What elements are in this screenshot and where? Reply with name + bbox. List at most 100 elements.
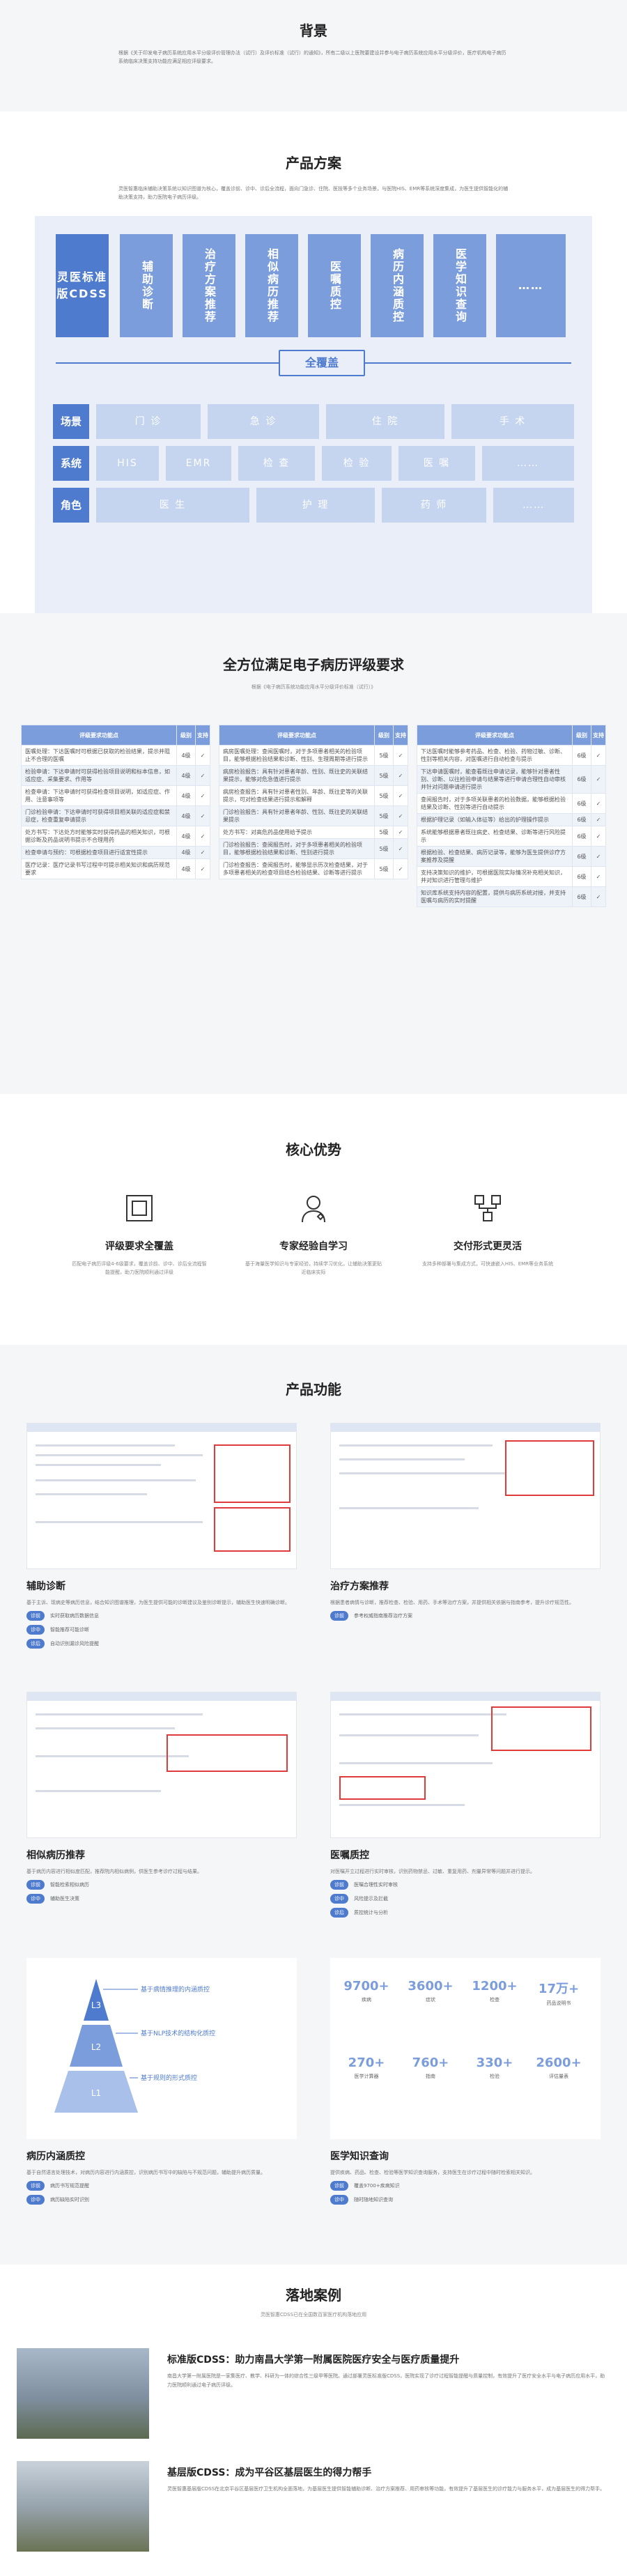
function-name: 医学知识查询 bbox=[330, 2151, 389, 2162]
pyramid-diagram: L3 L2 L1 基于病情推理的内涵质控 基于NLP技术的结构化质控 基于规则的… bbox=[26, 1958, 297, 2139]
table-cell: 门诊检验报告：具有针对患者年龄、性别、既往史的关联结果提示 bbox=[219, 805, 375, 826]
module-record-qc: 病历内涵质控 bbox=[371, 234, 424, 337]
scene-cell: 手 术 bbox=[451, 404, 574, 439]
table-cell: 5级 bbox=[374, 745, 394, 766]
table-row: 检验申请：下达申请时可获得检验项目说明和标本信息，如适应症、采集要求、作用等 4级… bbox=[21, 765, 210, 786]
table-cell: ✓ bbox=[195, 765, 210, 786]
table-cell: 6级 bbox=[572, 826, 591, 847]
role-cell: …… bbox=[493, 488, 574, 523]
advantage-name: 评级要求全覆盖 bbox=[105, 1241, 173, 1252]
stat-label: 医学计算器 bbox=[354, 2074, 379, 2079]
case-item[interactable]: 基层版CDSS：成为平谷区基层医生的得力帮手 灵医智惠基层版CDSS在北京平谷区… bbox=[17, 2461, 610, 2552]
system-cell: 医 嘱 bbox=[398, 446, 475, 481]
function-tag-row: 诊后 自动识别漏诊风险提醒 bbox=[26, 1639, 297, 1649]
table-row: 门诊检验报告：查阅报告时，对于多项患者相关的检验项目，能够根据检验结果和诊断、性… bbox=[219, 838, 408, 859]
stat-label: 检验 bbox=[490, 2074, 500, 2079]
table-cell: 病房检查报告：具有针对患者性别、年龄、既往史等的关联提示，可对检查结果进行提示和… bbox=[219, 785, 375, 806]
table-cell: ✓ bbox=[393, 826, 408, 839]
module-more: …… bbox=[496, 234, 566, 337]
table-row: 检查申请：下达申请时可获得检查项目说明，如适应症、作用、注意事项等 4级 ✓ bbox=[21, 785, 210, 806]
functions-section: 产品功能 辅助诊断 基于主诉、现病史等病历信息，结合知识图谱推理，为医生提供可能… bbox=[0, 1345, 627, 2265]
table-header: 评级要求功能点 bbox=[417, 725, 573, 746]
table-row: 门诊检验申请：下达申请时可获得项目相关联的适应症和禁忌症，检查重复申请提示 4级 ✓ bbox=[21, 805, 210, 826]
scene-cell: 门 诊 bbox=[96, 404, 201, 439]
table-row: 下达医嘱时能够参考药品、检查、检验、药物过敏、诊断、性别等相关内容，对医嘱进行自… bbox=[417, 745, 606, 766]
function-tag-row: 诊中 病历缺陷实时识别 bbox=[26, 2195, 297, 2205]
table-cell: 4级 bbox=[176, 765, 196, 786]
table-cell: ✓ bbox=[393, 838, 408, 859]
table-cell: 6级 bbox=[572, 793, 591, 814]
function-tag-row: 诊中 风险提示及拦截 bbox=[330, 1894, 601, 1904]
tag-text: 自动识别漏诊风险提醒 bbox=[50, 1641, 99, 1646]
table-cell: 系统能够根据患者既往病史、检查结果、诊断等进行风险提示 bbox=[417, 826, 573, 847]
requirements-table-2: 评级要求功能点 级别 支持 病房医嘱处理：查阅医嘱时，对于多项患者相关的检验项目，能够… bbox=[219, 725, 408, 879]
table-cell: 6级 bbox=[572, 886, 591, 907]
advantage-desc: 支持多种部署与集成方式，可快速嵌入HIS、EMR等业务系统 bbox=[421, 1261, 554, 1267]
advantage-desc: 基于海量医学知识与专家经验，持续学习优化，让辅助决策更贴近临床实际 bbox=[245, 1261, 382, 1275]
table-cell: 下达申请医嘱时，能查看既往申请记录，能够针对患者性别、诊断、以往检验申请与结果等… bbox=[417, 765, 573, 794]
table-cell: 下达医嘱时能够参考药品、检查、检验、药物过敏、诊断、性别等相关内容，对医嘱进行自… bbox=[417, 745, 573, 766]
network-icon bbox=[471, 1191, 504, 1225]
table-cell: ✓ bbox=[591, 866, 606, 887]
row-label-scene: 场景 bbox=[53, 404, 89, 439]
stat-item: 760+ 指南 bbox=[403, 2056, 458, 2080]
table-cell: ✓ bbox=[195, 826, 210, 847]
table-row: 根据护理记录（如输入体征等）给出的护理操作提示 6级 ✓ bbox=[417, 813, 606, 826]
advantages-title: 核心优势 bbox=[286, 1141, 341, 1158]
case-title[interactable]: 基层版CDSS：成为平谷区基层医生的得力帮手 bbox=[167, 2465, 371, 2479]
table-row: 门诊检验报告：具有针对患者年龄、性别、既往史的关联结果提示 5级 ✓ bbox=[219, 805, 408, 826]
tag-label: 诊前 bbox=[26, 2181, 45, 2191]
cases-title: 落地案例 bbox=[286, 2287, 341, 2304]
table-cell: ✓ bbox=[591, 813, 606, 826]
table-cell: ✓ bbox=[393, 745, 408, 766]
table-cell: ✓ bbox=[591, 846, 606, 867]
stat-item: 17万+ 药品说明书 bbox=[531, 1979, 587, 2007]
table-cell: ✓ bbox=[393, 765, 408, 786]
table-cell: 6级 bbox=[572, 813, 591, 826]
function-name: 医嘱质控 bbox=[330, 1850, 369, 1861]
table-row: 根据检验、检查结果、病历记录等，能够为医生提供诊疗方案推荐及提醒 6级 ✓ bbox=[417, 846, 606, 867]
table-cell: 门诊检验申请：下达申请时可获得项目相关联的适应症和禁忌症，检查重复申请提示 bbox=[21, 805, 177, 826]
advantage-item: 专家经验自学习 基于海量医学知识与专家经验，持续学习优化，让辅助决策更贴近临床实… bbox=[244, 1191, 383, 1277]
table-row: 门诊检查报告：查阅报告时，能够显示历次检查结果，对于多项患者相关的检查项目结合检… bbox=[219, 858, 408, 879]
function-desc: 提供疾病、药品、检查、检验等医学知识查询服务，支持医生在诊疗过程中随时检索相关知… bbox=[330, 2170, 535, 2175]
stats-grid: 9700+ 疾病 3600+ 症状 1200+ 检查 17万+ 药品说明书 270+ 医学… bbox=[330, 1958, 601, 2139]
tag-label: 诊后 bbox=[26, 1639, 45, 1649]
table-cell: 4级 bbox=[176, 805, 196, 826]
case-item[interactable]: 标准版CDSS：助力南昌大学第一附属医院医疗安全与医疗质量提升 南昌大学第一附属… bbox=[17, 2348, 610, 2439]
tag-label: 诊前 bbox=[26, 1611, 45, 1621]
tag-text: 质控统计与分析 bbox=[354, 1910, 388, 1915]
stat-item: 270+ 医学计算器 bbox=[339, 2056, 394, 2080]
function-card-treatment: 治疗方案推荐 根据患者病情与诊断，推荐检查、检验、用药、手术等治疗方案，并提供相… bbox=[330, 1423, 601, 1625]
function-tag-row: 诊中 智能推荐可能诊断 bbox=[26, 1625, 297, 1635]
table-cell: 处方书写：对高危药品使用给予提示 bbox=[219, 826, 375, 839]
background-text: 根据《关于印发电子病历系统应用水平分级评价管理办法（试行）及评价标准（试行）的通… bbox=[118, 50, 506, 64]
stat-number: 17万+ bbox=[538, 1982, 580, 1996]
role-cell: 护 理 bbox=[256, 488, 375, 523]
cases-desc: 灵医智惠CDSS已在全国数百家医疗机构落地应用 bbox=[260, 2312, 367, 2317]
stat-number: 3600+ bbox=[408, 1979, 454, 1993]
stat-item: 330+ 检验 bbox=[467, 2056, 522, 2080]
requirements-section: 全方位满足电子病历评级要求 根据《电子病历系统功能应用水平分级评价标准（试行）》… bbox=[0, 613, 627, 1094]
tag-text: 智能推荐可能诊断 bbox=[50, 1627, 89, 1633]
stat-number: 270+ bbox=[348, 2056, 385, 2070]
table-cell: ✓ bbox=[195, 785, 210, 806]
system-cell: 检 验 bbox=[322, 446, 392, 481]
tag-label: 诊前 bbox=[330, 2181, 348, 2191]
function-tag-row: 诊前 覆盖9700+疾病知识 bbox=[330, 2181, 601, 2191]
pyramid-note: 基于规则的形式质控 bbox=[141, 2074, 197, 2082]
table-row: 支持决策知识的维护，可根据医院实际情况补充相关知识，并对知识进行管理与维护 6级 ✓ bbox=[417, 866, 606, 887]
case-title[interactable]: 标准版CDSS：助力南昌大学第一附属医院医疗安全与医疗质量提升 bbox=[167, 2352, 459, 2366]
function-desc: 基于主诉、现病史等病历信息，结合知识图谱推理，为医生提供可能的诊断建议及鉴别诊断… bbox=[26, 1600, 290, 1605]
table-row: 医疗记录：医疗记录书写过程中可提示相关知识和病历规范要求 4级 ✓ bbox=[21, 858, 210, 879]
pyramid-level: L1 bbox=[91, 2088, 101, 2098]
module-cdss: 灵医标准版CDSS bbox=[56, 234, 109, 337]
advantages-section: 核心优势 评级要求全覆盖 匹配电子病历评级4-6级要求，覆盖诊前、诊中、诊后全流… bbox=[0, 1094, 627, 1345]
stat-label: 症状 bbox=[426, 1997, 435, 2003]
tag-text: 辅助医生决策 bbox=[50, 1896, 79, 1902]
table-cell: 知识库系统支持内容的配置，提供与病历系统对接，并支持医嘱与病历的实时提醒 bbox=[417, 886, 573, 907]
table-cell: 4级 bbox=[176, 745, 196, 766]
stat-number: 330+ bbox=[476, 2056, 513, 2070]
tag-label: 诊中 bbox=[26, 1625, 45, 1635]
case-desc: 南昌大学第一附属医院是一家集医疗、教学、科研为一体的综合性三级甲等医院。通过部署… bbox=[167, 2373, 605, 2388]
